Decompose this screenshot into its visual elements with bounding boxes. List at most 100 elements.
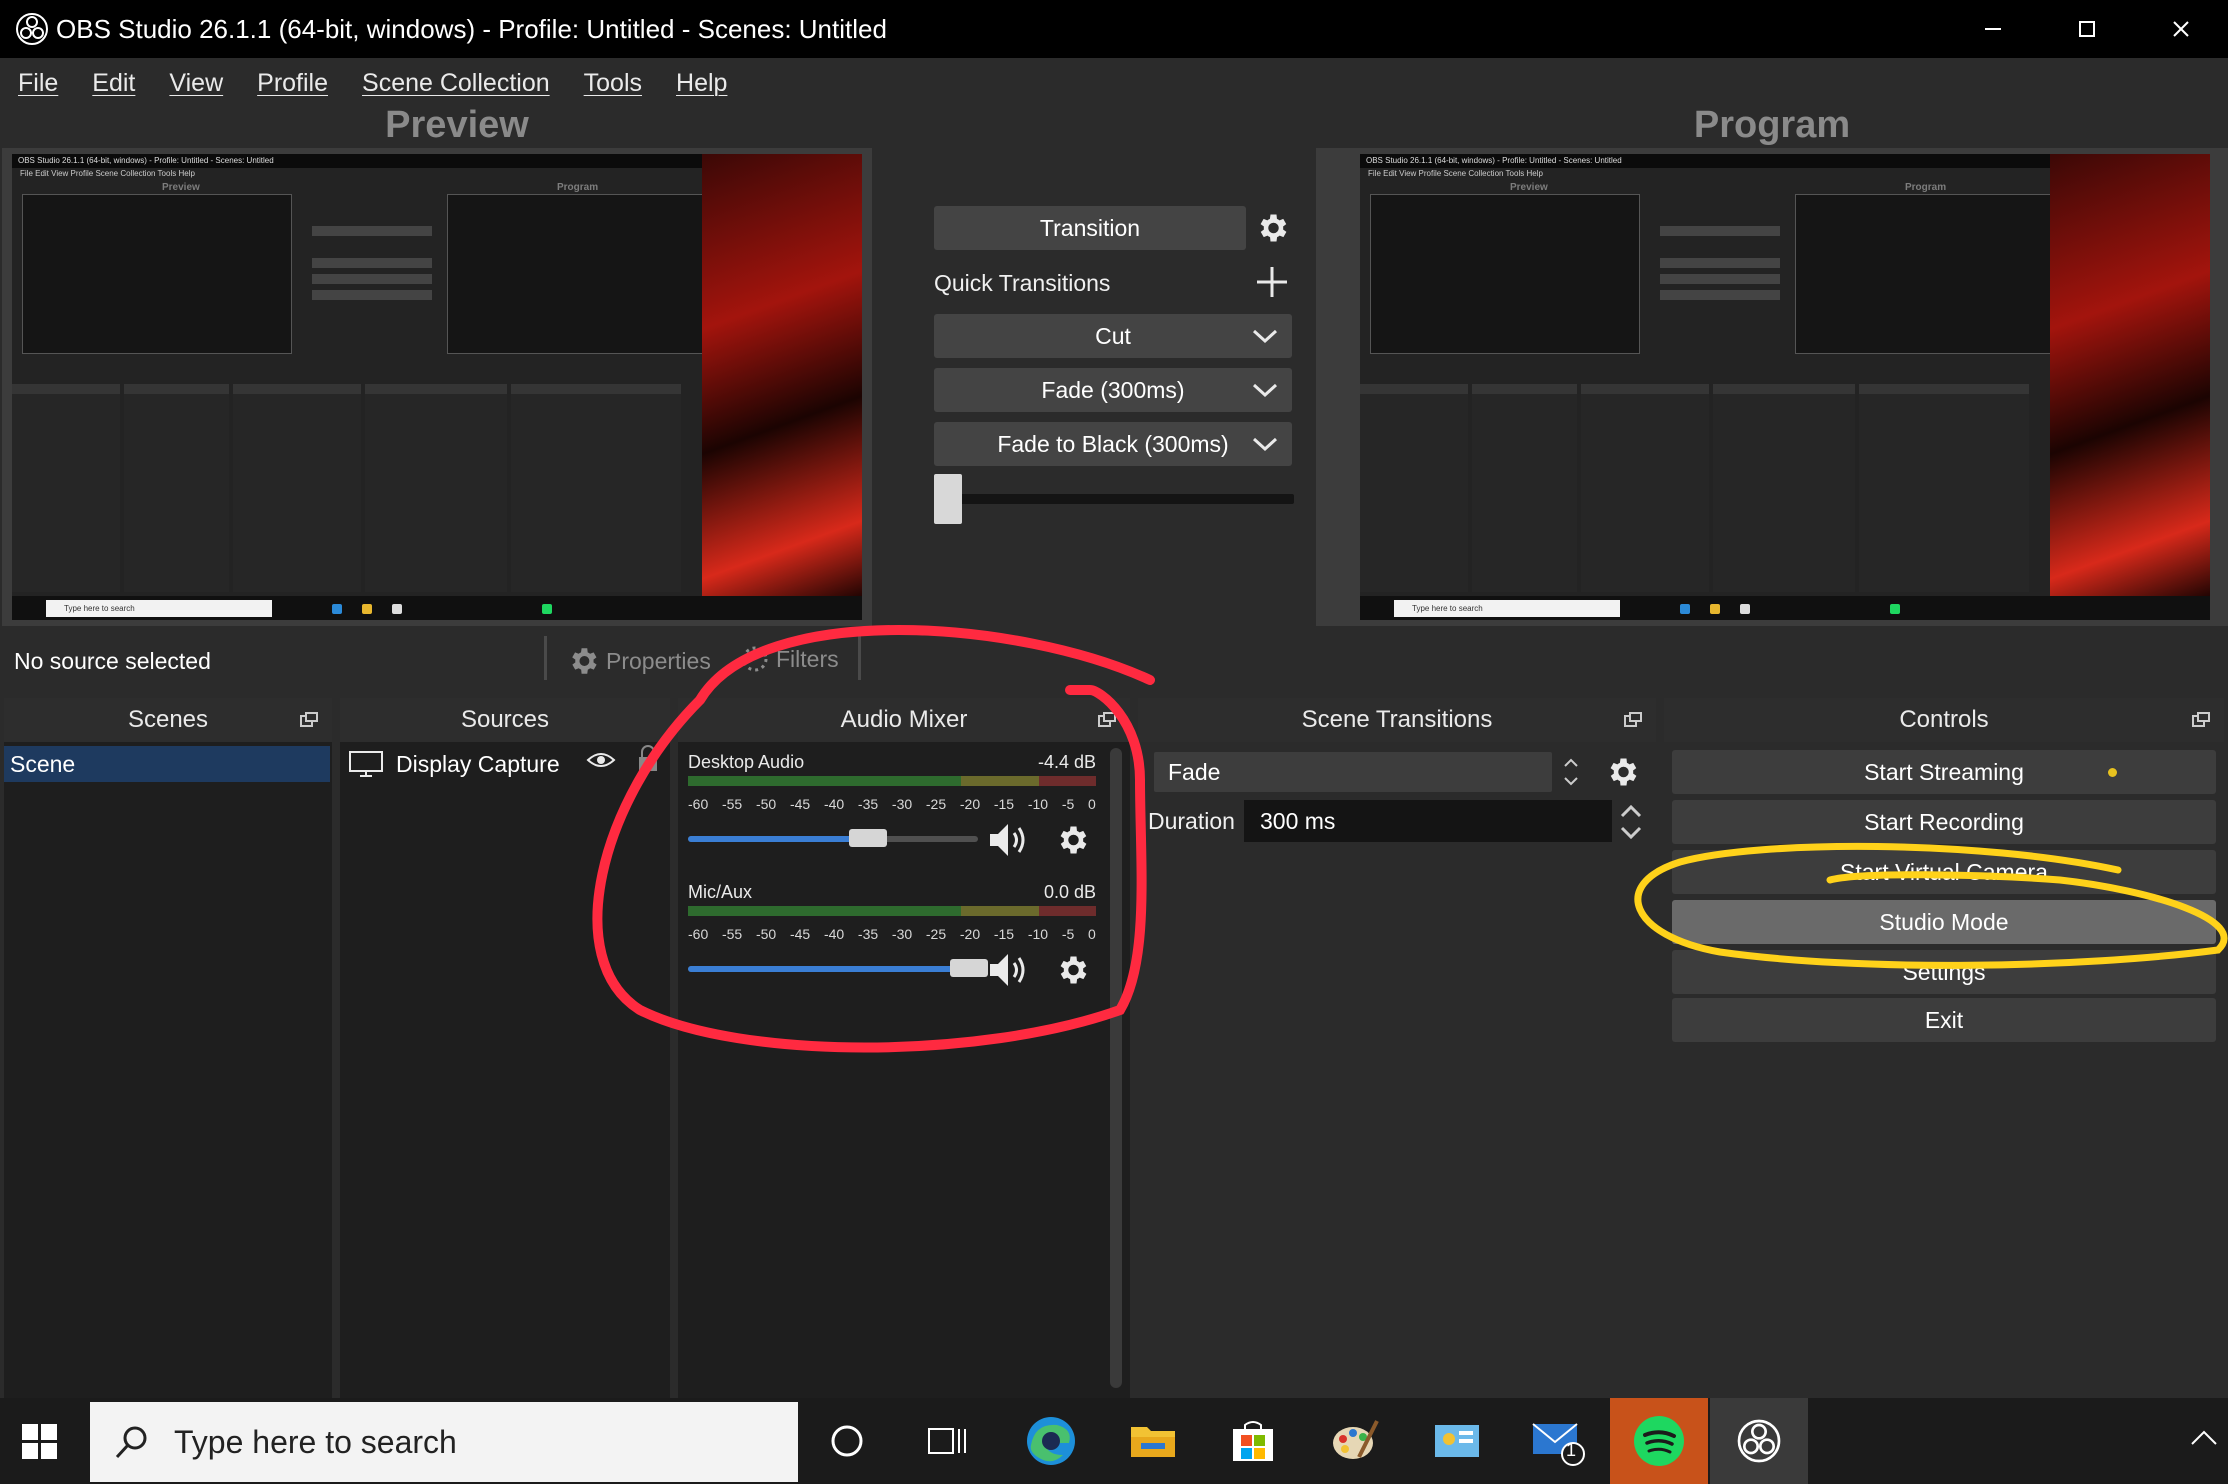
- show-hidden-icons-chevron-icon[interactable]: [2190, 1428, 2218, 1448]
- thumbnail-taskbar-icon: [332, 604, 342, 614]
- thumbnail-button: [1660, 258, 1780, 268]
- transition-button[interactable]: Transition: [934, 206, 1246, 250]
- meter-tick: -60: [688, 926, 709, 942]
- menu-edit[interactable]: Edit: [92, 69, 135, 98]
- quick-transition-cut[interactable]: Cut: [934, 314, 1292, 358]
- volume-slider-handle[interactable]: [849, 829, 887, 847]
- quick-transition-fade-to-black[interactable]: Fade to Black (300ms): [934, 422, 1292, 466]
- start-recording-button[interactable]: Start Recording: [1672, 800, 2216, 844]
- duration-label: Duration: [1148, 808, 1235, 834]
- undock-icon[interactable]: [1098, 712, 1116, 728]
- file-explorer-button[interactable]: [1124, 1412, 1182, 1470]
- transition-gear-icon[interactable]: [1254, 210, 1290, 246]
- volume-slider[interactable]: [688, 829, 978, 847]
- filter-icon: [742, 646, 768, 672]
- volume-slider-handle[interactable]: [950, 959, 988, 977]
- channel-name: Mic/Aux: [688, 882, 753, 902]
- quick-transitions-label: Quick Transitions: [934, 270, 1111, 296]
- meter-tick: -25: [925, 926, 947, 942]
- control-label: Start Recording: [1864, 808, 2024, 835]
- filters-button[interactable]: Filters: [740, 644, 839, 674]
- volume-meter: [688, 776, 1096, 786]
- tbar-handle[interactable]: [934, 474, 962, 524]
- undock-icon[interactable]: [300, 712, 318, 728]
- exit-button[interactable]: Exit: [1672, 998, 2216, 1042]
- menu-scene-collection[interactable]: Scene Collection: [362, 69, 550, 98]
- paint-button[interactable]: [1326, 1412, 1384, 1470]
- thumbnail-program-shot: [447, 194, 717, 354]
- meter-segment: [961, 776, 1039, 786]
- undock-icon[interactable]: [1624, 712, 1642, 728]
- properties-button[interactable]: Properties: [566, 644, 711, 678]
- menu-help[interactable]: Help: [676, 69, 727, 98]
- cortana-button[interactable]: [818, 1412, 876, 1470]
- thumbnail-preview-label: Preview: [1510, 182, 1548, 193]
- mixer-scrollbar[interactable]: [1110, 748, 1122, 1388]
- speaker-icon[interactable]: [988, 950, 1034, 990]
- menu-profile[interactable]: Profile: [257, 69, 328, 98]
- source-list-item[interactable]: Display Capture: [340, 746, 560, 782]
- lock-icon[interactable]: [636, 744, 660, 774]
- menu-view[interactable]: View: [169, 69, 223, 98]
- microsoft-store-button[interactable]: [1224, 1412, 1282, 1470]
- maximize-button[interactable]: [2040, 0, 2134, 58]
- tbar-slider[interactable]: [934, 474, 1294, 524]
- channel-settings-gear-icon[interactable]: [1054, 822, 1090, 858]
- toolbar-separator: [858, 636, 861, 680]
- thumbnail-program-label: Program: [557, 182, 599, 193]
- taskbar-search-box[interactable]: Type here to search: [90, 1402, 798, 1482]
- meter-tick: -20: [959, 796, 981, 812]
- volume-slider-fill: [688, 836, 858, 842]
- spotify-button[interactable]: [1610, 1398, 1708, 1484]
- meter-tick: -50: [755, 926, 777, 942]
- program-canvas[interactable]: OBS Studio 26.1.1 (64-bit, windows) - Pr…: [1316, 148, 2228, 626]
- thumbnail-panel: [511, 384, 681, 592]
- undock-icon[interactable]: [2192, 712, 2210, 728]
- thumbnail-taskbar: Type here to search: [1360, 596, 2210, 620]
- duration-stepper-icon[interactable]: [1616, 800, 1646, 844]
- mail-button[interactable]: 1: [1530, 1412, 1588, 1470]
- channel-settings-gear-icon[interactable]: [1054, 952, 1090, 988]
- thumbnail-panel: [12, 384, 120, 592]
- thumbnail-preview-shot: [1370, 194, 1640, 354]
- control-label: Start Streaming: [1864, 758, 2024, 785]
- volume-slider[interactable]: [688, 959, 988, 977]
- close-button[interactable]: [2134, 0, 2228, 58]
- transition-select[interactable]: Fade: [1154, 752, 1552, 792]
- quick-transition-fade[interactable]: Fade (300ms): [934, 368, 1292, 412]
- store-icon: [1233, 1421, 1273, 1461]
- start-virtual-camera-button[interactable]: Start Virtual Camera: [1672, 850, 2216, 894]
- edge-icon: [1027, 1417, 1075, 1465]
- add-quick-transition-icon[interactable]: [1254, 264, 1290, 300]
- menu-file[interactable]: File: [18, 69, 58, 98]
- studio-mode-button[interactable]: Studio Mode: [1672, 900, 2216, 944]
- task-view-button[interactable]: [918, 1412, 976, 1470]
- menu-tools[interactable]: Tools: [584, 69, 642, 98]
- source-name: Display Capture: [396, 750, 560, 777]
- scene-list-item[interactable]: Scene: [4, 746, 330, 782]
- quick-transition-label: Fade to Black (300ms): [997, 430, 1229, 457]
- edge-button[interactable]: [1022, 1412, 1080, 1470]
- spotify-icon: [1634, 1416, 1684, 1466]
- preview-canvas[interactable]: OBS Studio 26.1.1 (64-bit, windows) - Pr…: [2, 148, 872, 626]
- start-streaming-button[interactable]: Start Streaming: [1672, 750, 2216, 794]
- obs-taskbar-button[interactable]: [1710, 1398, 1808, 1484]
- program-screen-capture: OBS Studio 26.1.1 (64-bit, windows) - Pr…: [1360, 154, 2210, 620]
- visibility-eye-icon[interactable]: [586, 748, 616, 772]
- meter-segment: [688, 776, 962, 786]
- transition-properties-gear-icon[interactable]: [1604, 754, 1640, 790]
- control-panel-button[interactable]: [1428, 1412, 1486, 1470]
- minimize-button[interactable]: [1946, 0, 2040, 58]
- meter-tick: -10: [1027, 796, 1049, 812]
- transition-spinner-icon[interactable]: [1560, 752, 1582, 792]
- meter-tick: -45: [789, 926, 811, 942]
- no-source-selected-label: No source selected: [14, 648, 211, 674]
- audio-channel-mic: Mic/Aux 0.0 dB -60 -55 -50 -45 -40 -35 -…: [688, 882, 1096, 992]
- settings-button[interactable]: Settings: [1672, 950, 2216, 994]
- duration-input[interactable]: 300 ms: [1244, 800, 1612, 842]
- volume-meter: [688, 906, 1096, 916]
- thumbnail-taskbar-icon: [1740, 604, 1750, 614]
- windows-start-icon[interactable]: [22, 1424, 58, 1460]
- speaker-icon[interactable]: [988, 820, 1034, 860]
- toolbar-separator: [544, 636, 547, 680]
